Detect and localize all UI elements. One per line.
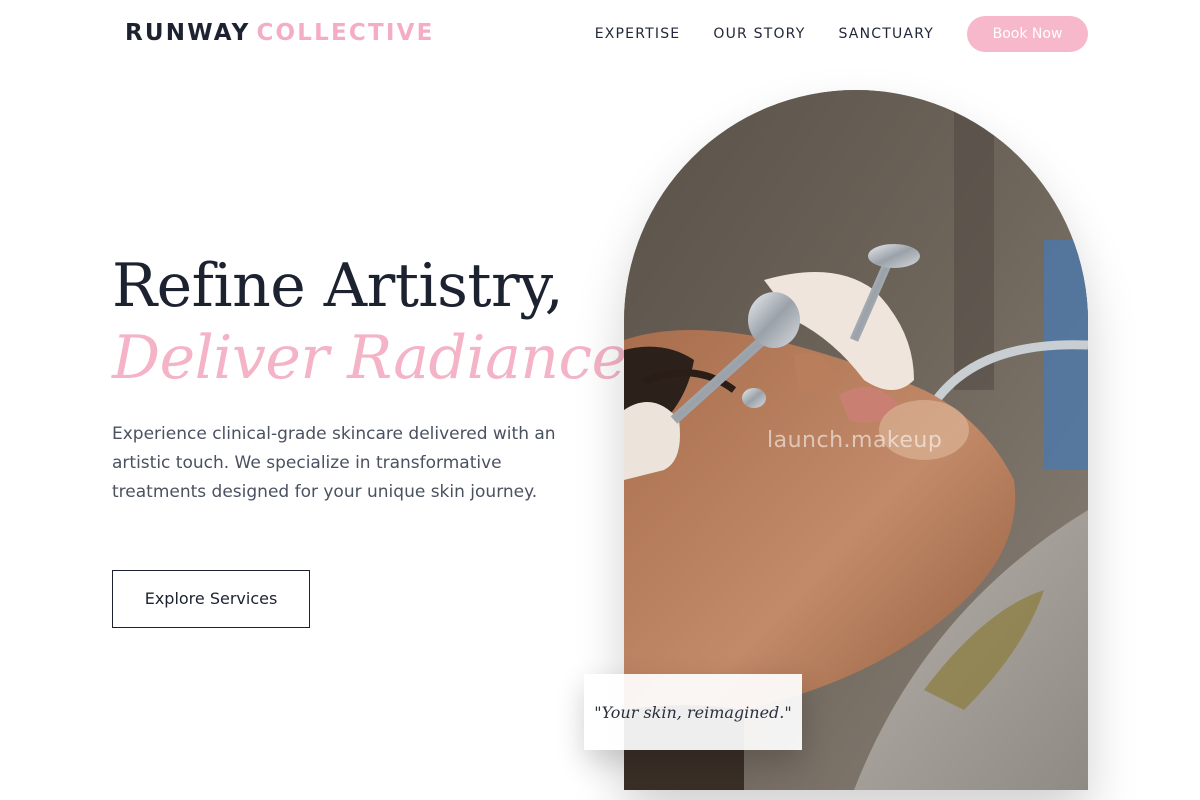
image-watermark: launch.makeup [767, 428, 943, 453]
headline-line-1: Refine Artistry, [112, 251, 564, 321]
hero-headline: Refine Artistry, Deliver Radiance. [112, 250, 646, 394]
brand-name-accent: COLLECTIVE [256, 20, 435, 46]
book-now-button[interactable]: Book Now [967, 16, 1088, 52]
brand-name-primary: RUNWAY [125, 20, 251, 46]
site-header: RUNWAY COLLECTIVE EXPERTISE OUR STORY SAN… [0, 0, 1200, 68]
explore-services-button[interactable]: Explore Services [112, 570, 310, 628]
hero-intro-text: Experience clinical-grade skincare deliv… [112, 424, 556, 502]
quote-text: "Your skin, reimagined." [594, 702, 792, 722]
quote-card: "Your skin, reimagined." [584, 674, 802, 750]
brand-logo[interactable]: RUNWAY COLLECTIVE [125, 18, 435, 48]
nav-link-our-story[interactable]: OUR STORY [713, 16, 805, 52]
headline-line-2: Deliver Radiance. [112, 323, 646, 393]
nav-link-expertise[interactable]: EXPERTISE [595, 16, 681, 52]
nav-link-sanctuary[interactable]: SANCTUARY [838, 16, 934, 52]
main-nav: EXPERTISE OUR STORY SANCTUARY Book Now [595, 16, 1088, 52]
